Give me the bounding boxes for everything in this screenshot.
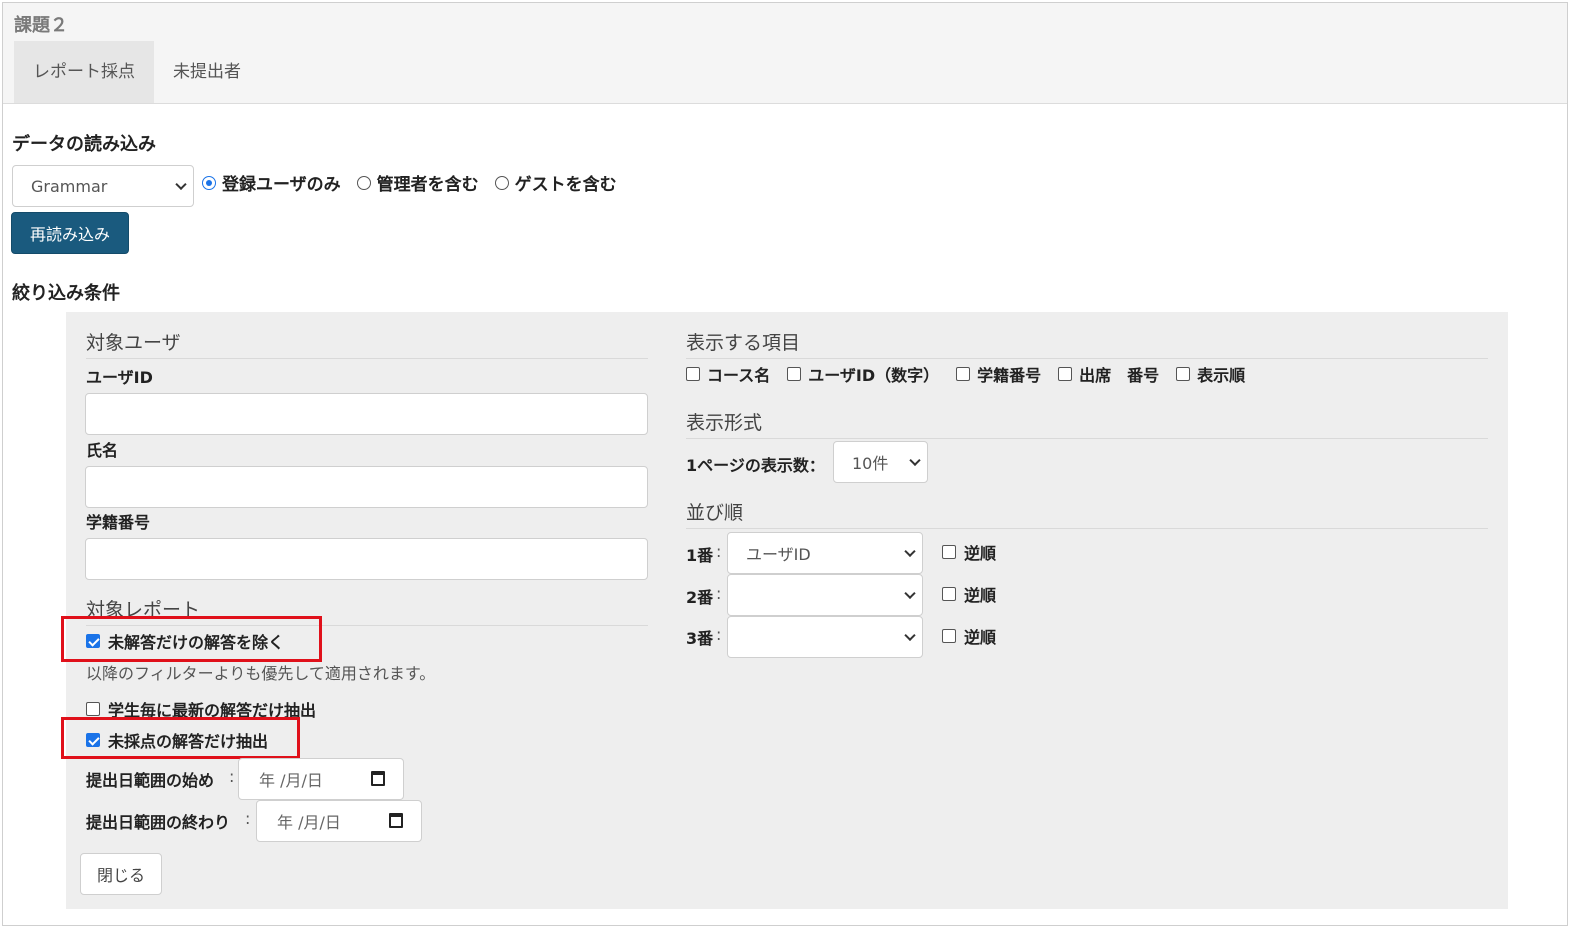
- sort-2-colon: :: [716, 584, 722, 603]
- exclude-unanswered-row: 未解答だけの解答を除く: [86, 629, 284, 653]
- priority-note: 以降のフィルターよりも優先して適用されます。: [86, 664, 436, 683]
- sort-1-reverse-checkbox[interactable]: [942, 545, 956, 559]
- header-bar: 課題２ レポート採点 未提出者: [3, 3, 1567, 104]
- name-label: 氏名: [86, 441, 119, 460]
- sort-1-value: ユーザID: [746, 545, 811, 564]
- sort-2-reverse-row: 逆順: [942, 582, 996, 606]
- date-to-label: 提出日範囲の終わり: [86, 813, 231, 832]
- sort-heading: 並び順: [686, 498, 1488, 529]
- radio-include-admin-label: 管理者を含む: [376, 175, 479, 195]
- date-to-input[interactable]: 年 /月/日: [256, 800, 422, 842]
- option-user-id-number-checkbox[interactable]: [787, 367, 802, 381]
- sort-2-label: 2番: [686, 588, 714, 607]
- date-from-placeholder: 年 /月/日: [259, 771, 323, 790]
- sort-1-reverse-row: 逆順: [942, 540, 996, 564]
- option-attendance-no-label: 出席 番号: [1079, 366, 1160, 385]
- sort-1-label: 1番: [686, 546, 714, 565]
- chevron-down-icon: [175, 178, 187, 191]
- chevron-down-icon: [909, 454, 921, 467]
- option-attendance-no-checkbox[interactable]: [1058, 367, 1073, 381]
- option-display-order-label: 表示順: [1197, 366, 1246, 385]
- ungraded-only-row: 未採点の解答だけ抽出: [86, 728, 268, 752]
- filter-heading: 絞り込み条件: [12, 283, 120, 304]
- display-items-options: コース名 ユーザID（数字） 学籍番号 出席 番号 表示順: [686, 362, 1245, 386]
- per-page-label: 1ページの表示数：: [686, 456, 825, 475]
- user-id-input[interactable]: [85, 393, 648, 435]
- calendar-icon[interactable]: [371, 771, 385, 786]
- option-display-order-checkbox[interactable]: [1176, 367, 1191, 381]
- reload-button[interactable]: 再読み込み: [11, 212, 129, 254]
- sort-1-colon: :: [716, 542, 722, 561]
- user-scope-radios: 登録ユーザのみ 管理者を含む ゲストを含む: [202, 170, 627, 195]
- close-button[interactable]: 閉じる: [80, 853, 162, 895]
- per-page-select[interactable]: 10件: [833, 441, 928, 483]
- sort-3-select[interactable]: [727, 616, 923, 658]
- chevron-down-icon: [904, 545, 916, 558]
- course-select[interactable]: Grammar: [12, 165, 194, 207]
- sort-2-select[interactable]: [727, 574, 923, 616]
- option-course-name-checkbox[interactable]: [686, 367, 700, 381]
- course-select-value: Grammar: [31, 176, 108, 196]
- radio-include-guest[interactable]: [494, 175, 509, 190]
- option-user-id-number-label: ユーザID（数字）: [808, 366, 940, 385]
- date-from-colon: :: [229, 767, 235, 786]
- sort-3-reverse-row: 逆順: [942, 624, 996, 648]
- sort-2-reverse-checkbox[interactable]: [942, 587, 956, 601]
- sort-3-reverse-checkbox[interactable]: [942, 629, 956, 643]
- exclude-unanswered-checkbox[interactable]: [86, 634, 100, 648]
- radio-include-guest-label: ゲストを含む: [514, 175, 617, 195]
- user-id-label: ユーザID: [86, 368, 153, 387]
- display-items-heading: 表示する項目: [686, 328, 1488, 359]
- sort-3-reverse-label: 逆順: [964, 628, 997, 647]
- radio-registered-only-label: 登録ユーザのみ: [222, 175, 341, 195]
- page-title: 課題２: [14, 15, 68, 36]
- sort-1-select[interactable]: ユーザID: [727, 532, 923, 574]
- per-page-value: 10件: [852, 454, 889, 473]
- sort-1-reverse-label: 逆順: [964, 544, 997, 563]
- calendar-icon[interactable]: [389, 813, 403, 828]
- ungraded-only-checkbox[interactable]: [86, 733, 100, 747]
- latest-only-checkbox[interactable]: [86, 702, 100, 716]
- sort-3-colon: :: [716, 625, 722, 644]
- tab-report-grading[interactable]: レポート採点: [14, 41, 154, 103]
- sort-2-reverse-label: 逆順: [964, 586, 997, 605]
- radio-include-admin[interactable]: [356, 175, 371, 190]
- date-from-label: 提出日範囲の始め: [86, 771, 215, 790]
- option-student-no-label: 学籍番号: [977, 366, 1042, 385]
- exclude-unanswered-label: 未解答だけの解答を除く: [108, 633, 285, 652]
- date-to-colon: :: [245, 809, 251, 828]
- option-course-name-label: コース名: [707, 366, 771, 385]
- sort-3-label: 3番: [686, 629, 714, 648]
- tab-unsubmitted[interactable]: 未提出者: [155, 41, 259, 103]
- date-to-placeholder: 年 /月/日: [277, 813, 341, 832]
- name-input[interactable]: [85, 466, 648, 508]
- ungraded-only-label: 未採点の解答だけ抽出: [108, 732, 269, 751]
- load-heading: データの読み込み: [12, 134, 156, 155]
- student-no-input[interactable]: [85, 538, 648, 580]
- chevron-down-icon: [904, 587, 916, 600]
- chevron-down-icon: [904, 629, 916, 642]
- date-from-input[interactable]: 年 /月/日: [238, 758, 404, 800]
- display-format-heading: 表示形式: [686, 408, 1488, 439]
- student-no-label: 学籍番号: [86, 513, 151, 532]
- option-student-no-checkbox[interactable]: [956, 367, 971, 381]
- radio-registered-only[interactable]: [202, 175, 216, 190]
- target-user-heading: 対象ユーザ: [86, 328, 648, 359]
